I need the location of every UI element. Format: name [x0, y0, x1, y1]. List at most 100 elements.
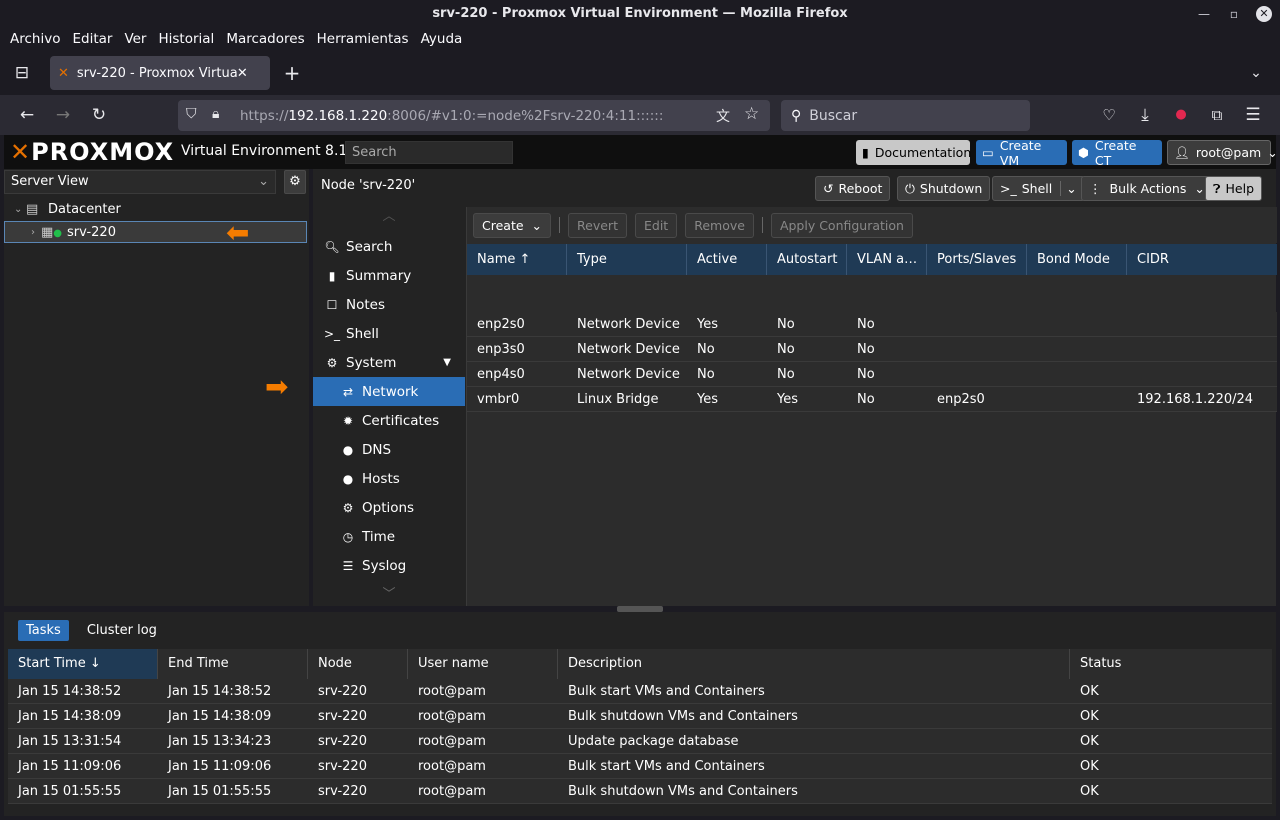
task-row[interactable]: Jan 15 01:55:55 Jan 15 01:55:55 srv-220 … — [8, 779, 1272, 804]
cell-node: srv-220 — [318, 759, 367, 774]
column-end-time[interactable]: End Time — [158, 649, 308, 679]
column-cidr[interactable]: CIDR — [1127, 244, 1277, 275]
resource-tree: ⌄ ▤ Datacenter › ▦● srv-220 — [4, 198, 307, 243]
nav-network[interactable]: ⇄ Network — [313, 377, 465, 406]
collapse-icon[interactable]: › — [31, 227, 41, 238]
documentation-button[interactable]: ▮ Documentation — [856, 140, 971, 165]
task-row[interactable]: Jan 15 11:09:06 Jan 15 11:09:06 srv-220 … — [8, 754, 1272, 779]
nav-dns[interactable]: ● DNS — [313, 435, 465, 464]
user-menu-button[interactable]: 👤︎ root@pam ⌄ — [1167, 140, 1278, 165]
tab-cluster-log[interactable]: Cluster log — [79, 620, 165, 641]
browser-search-input[interactable]: ⚲ Buscar — [781, 100, 1030, 131]
column-user-name[interactable]: User name — [408, 649, 558, 679]
shell-button[interactable]: >_ Shell ⌄ — [992, 176, 1085, 201]
browser-tab[interactable]: ✕ srv-220 - Proxmox Virtual Environment … — [50, 56, 270, 90]
menu-herramientas[interactable]: Herramientas — [311, 31, 415, 47]
cell-ports: enp2s0 — [937, 392, 985, 407]
shutdown-button[interactable]: ⏻ Shutdown — [897, 176, 991, 201]
server-view-value: Server View — [11, 174, 89, 189]
close-tab-icon[interactable]: ✕ — [237, 66, 248, 81]
nav-options[interactable]: ⚙ Options — [313, 493, 465, 522]
expand-icon[interactable]: ⌄ — [14, 204, 26, 215]
scroll-up-icon[interactable]: ︿ — [313, 207, 465, 232]
tab-tasks[interactable]: Tasks — [18, 620, 69, 641]
tree-item-datacenter[interactable]: ⌄ ▤ Datacenter — [4, 198, 307, 220]
hamburger-menu-icon[interactable]: ☰ — [1239, 95, 1267, 135]
annotation-arrow-left-icon: ⬅ — [226, 216, 250, 249]
nav-summary[interactable]: ▮ Summary — [313, 261, 465, 290]
scroll-down-icon[interactable]: ﹀ — [313, 580, 465, 606]
tab-list-icon[interactable]: ⊟ — [8, 53, 36, 93]
task-row[interactable]: Jan 15 14:38:09 Jan 15 14:38:09 srv-220 … — [8, 704, 1272, 729]
nav-shell[interactable]: >_ Shell — [313, 319, 465, 348]
nav-search[interactable]: 🔍︎ Search — [313, 232, 465, 261]
apply-configuration-button[interactable]: Apply Configuration — [770, 212, 913, 238]
tree-item-srv-220[interactable]: › ▦● srv-220 — [4, 221, 307, 243]
nav-certificates[interactable]: ✹ Certificates — [313, 406, 465, 435]
nav-time[interactable]: ◷ Time — [313, 522, 465, 551]
new-tab-icon[interactable]: + — [278, 53, 306, 93]
nav-notes[interactable]: ☐ Notes — [313, 290, 465, 319]
column-active[interactable]: Active — [687, 244, 767, 275]
column-start-time[interactable]: Start Time ↓ — [8, 649, 158, 679]
url-text[interactable]: https://192.168.1.220:8006/#v1:0:=node%2… — [240, 108, 663, 124]
nav-system[interactable]: ⚙ System ▼ — [313, 348, 465, 377]
list-tabs-chevron-icon[interactable]: ⌄ — [1242, 53, 1270, 93]
caret-down-icon[interactable]: ▼ — [443, 357, 451, 368]
column-description[interactable]: Description — [558, 649, 1070, 679]
menu-historial[interactable]: Historial — [152, 31, 220, 47]
shield-icon[interactable]: ⛉ — [186, 106, 197, 122]
menu-ver[interactable]: Ver — [118, 31, 152, 47]
cell-start: Jan 15 14:38:52 — [18, 684, 122, 699]
close-window-button[interactable]: ✕ — [1256, 6, 1272, 22]
bulk-actions-button[interactable]: ⋮ Bulk Actions ⌄ — [1081, 176, 1213, 201]
reboot-button[interactable]: ↺ Reboot — [815, 176, 891, 201]
column-node[interactable]: Node — [308, 649, 408, 679]
table-row[interactable]: enp3s0 Network Device No No No — [467, 337, 1277, 362]
table-row[interactable]: vmbr0 Linux Bridge Yes Yes No enp2s0 192… — [467, 387, 1277, 412]
restore-button[interactable]: ▫ — [1226, 6, 1242, 22]
translate-icon[interactable]: 文 — [716, 106, 730, 126]
column-bond-mode[interactable]: Bond Mode — [1027, 244, 1127, 275]
nav-syslog[interactable]: ☰ Syslog — [313, 551, 465, 580]
server-view-select[interactable]: Server View ⌄ — [4, 170, 276, 194]
task-row[interactable]: Jan 15 13:31:54 Jan 15 13:34:23 srv-220 … — [8, 729, 1272, 754]
table-row[interactable]: enp4s0 Network Device No No No — [467, 362, 1277, 387]
reload-icon[interactable]: ↻ — [85, 95, 113, 135]
extension-block-icon[interactable]: ● — [1167, 95, 1195, 135]
pve-search-input[interactable]: Search — [345, 141, 513, 164]
column-vlan-aware[interactable]: VLAN a… — [847, 244, 927, 275]
url-bar[interactable]: ⛉ 🔒︎ https://192.168.1.220:8006/#v1:0:=n… — [178, 100, 770, 131]
create-button[interactable]: Create ⌄ — [473, 212, 552, 238]
bookmark-star-icon[interactable]: ☆ — [744, 104, 759, 124]
clock-icon: ◷ — [342, 529, 354, 544]
menu-archivo[interactable]: Archivo — [4, 31, 66, 47]
edit-button[interactable]: Edit — [634, 212, 678, 238]
create-ct-button[interactable]: ⬢ Create CT — [1072, 138, 1162, 168]
revert-button[interactable]: Revert — [568, 212, 627, 238]
menu-editar[interactable]: Editar — [66, 31, 118, 47]
extensions-icon[interactable]: ⧉ — [1203, 95, 1231, 135]
chevron-down-icon[interactable]: ⌄ — [1060, 181, 1077, 196]
column-status[interactable]: Status — [1070, 649, 1272, 679]
minimize-button[interactable]: — — [1196, 6, 1212, 22]
lock-warning-icon[interactable]: 🔒︎ — [212, 106, 219, 122]
create-vm-button[interactable]: ▭ Create VM — [976, 138, 1067, 168]
back-icon[interactable]: ← — [13, 95, 41, 135]
column-name[interactable]: Name ↑ — [467, 244, 567, 275]
tree-settings-button[interactable]: ⚙ — [284, 170, 306, 194]
forward-icon[interactable]: → — [49, 95, 77, 135]
column-ports-slaves[interactable]: Ports/Slaves — [927, 244, 1027, 275]
column-type[interactable]: Type — [567, 244, 687, 275]
downloads-icon[interactable]: ⤓ — [1131, 95, 1159, 135]
menu-marcadores[interactable]: Marcadores — [220, 31, 310, 47]
column-autostart[interactable]: Autostart — [767, 244, 847, 275]
task-row[interactable]: Jan 15 14:38:52 Jan 15 14:38:52 srv-220 … — [8, 679, 1272, 704]
cell-status: OK — [1080, 709, 1099, 724]
remove-button[interactable]: Remove — [685, 212, 754, 238]
help-button[interactable]: ❓︎ Help — [1205, 176, 1263, 201]
nav-hosts[interactable]: ● Hosts — [313, 464, 465, 493]
pocket-icon[interactable]: ♡ — [1095, 95, 1123, 135]
table-row[interactable]: enp2s0 Network Device Yes No No — [467, 312, 1277, 337]
menu-ayuda[interactable]: Ayuda — [415, 31, 469, 47]
